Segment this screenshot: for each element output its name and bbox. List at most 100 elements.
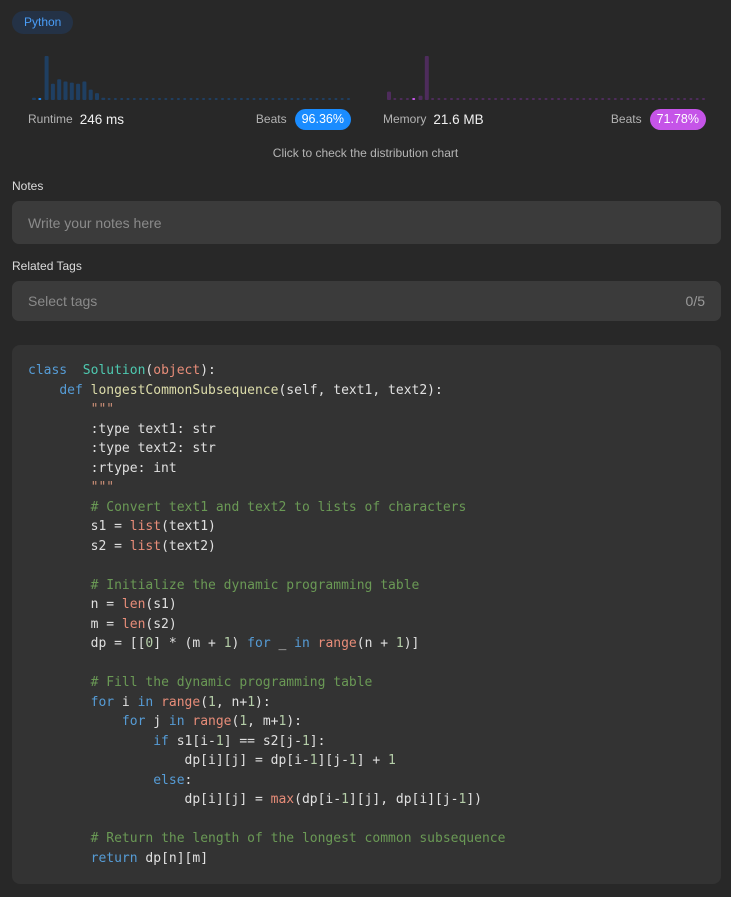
distribution-bar[interactable] xyxy=(120,98,124,100)
distribution-bar[interactable] xyxy=(284,98,287,100)
distribution-bar[interactable] xyxy=(563,98,567,100)
distribution-bar[interactable] xyxy=(50,83,55,100)
runtime-distribution-chart[interactable] xyxy=(28,50,351,102)
distribution-bar[interactable] xyxy=(582,98,586,100)
distribution-bar[interactable] xyxy=(525,98,529,100)
distribution-bar[interactable] xyxy=(494,98,498,100)
notes-field[interactable] xyxy=(12,201,721,244)
distribution-bar[interactable] xyxy=(265,98,269,100)
distribution-bar[interactable] xyxy=(76,83,81,100)
distribution-bar[interactable] xyxy=(69,82,74,100)
distribution-bar[interactable] xyxy=(139,98,143,100)
distribution-bar[interactable] xyxy=(340,98,344,100)
language-badge[interactable]: Python xyxy=(12,11,74,34)
distribution-bar[interactable] xyxy=(462,98,466,100)
distribution-bar[interactable] xyxy=(670,98,674,100)
distribution-bar[interactable] xyxy=(468,98,472,100)
distribution-bar[interactable] xyxy=(513,98,516,100)
distribution-bar[interactable] xyxy=(347,98,350,100)
distribution-bar[interactable] xyxy=(412,98,416,100)
distribution-bar[interactable] xyxy=(208,98,212,100)
distribution-bar[interactable] xyxy=(689,98,693,100)
distribution-bar[interactable] xyxy=(290,98,294,100)
distribution-bar[interactable] xyxy=(443,98,447,100)
distribution-bar[interactable] xyxy=(594,98,598,100)
distribution-bar[interactable] xyxy=(82,81,87,101)
distribution-bar[interactable] xyxy=(132,98,136,100)
distribution-bar[interactable] xyxy=(651,98,655,100)
distribution-bar[interactable] xyxy=(645,98,649,100)
distribution-bar[interactable] xyxy=(620,98,624,100)
distribution-bar[interactable] xyxy=(113,98,117,100)
distribution-bar[interactable] xyxy=(328,98,332,100)
distribution-chart-link[interactable]: Click to check the distribution chart xyxy=(0,146,731,160)
distribution-bar[interactable] xyxy=(309,98,313,100)
distribution-bar[interactable] xyxy=(676,98,680,100)
distribution-bar[interactable] xyxy=(399,98,403,100)
memory-distribution-chart[interactable] xyxy=(383,50,706,102)
distribution-bar[interactable] xyxy=(302,98,306,100)
memory-panel[interactable]: Memory 21.6 MB Beats 71.78% xyxy=(383,50,706,132)
distribution-bar[interactable] xyxy=(239,98,243,100)
distribution-bar[interactable] xyxy=(189,98,193,100)
distribution-bar[interactable] xyxy=(601,98,605,100)
distribution-bar[interactable] xyxy=(44,56,49,100)
distribution-bar[interactable] xyxy=(258,98,262,100)
distribution-bar[interactable] xyxy=(296,98,300,100)
distribution-bar[interactable] xyxy=(88,89,93,100)
distribution-bar[interactable] xyxy=(500,98,504,100)
distribution-bar[interactable] xyxy=(38,98,42,100)
distribution-bar[interactable] xyxy=(334,98,338,100)
distribution-bar[interactable] xyxy=(176,98,180,100)
distribution-bar[interactable] xyxy=(531,98,535,100)
distribution-bar[interactable] xyxy=(456,98,460,100)
distribution-bar[interactable] xyxy=(487,98,491,100)
distribution-bar[interactable] xyxy=(557,98,561,100)
distribution-bar[interactable] xyxy=(437,98,441,100)
notes-input[interactable] xyxy=(28,214,705,231)
distribution-bar[interactable] xyxy=(151,98,155,100)
distribution-bar[interactable] xyxy=(277,98,281,100)
distribution-bar[interactable] xyxy=(632,98,636,100)
code-block[interactable]: class Solution(object): def longestCommo… xyxy=(12,345,721,884)
distribution-bar[interactable] xyxy=(214,98,218,100)
distribution-bar[interactable] xyxy=(271,98,275,100)
distribution-bar[interactable] xyxy=(702,98,705,100)
distribution-bar[interactable] xyxy=(664,98,668,100)
distribution-bar[interactable] xyxy=(233,98,237,100)
distribution-bar[interactable] xyxy=(63,81,68,101)
distribution-bar[interactable] xyxy=(246,98,250,100)
distribution-bar[interactable] xyxy=(164,98,168,100)
distribution-bar[interactable] xyxy=(393,98,397,100)
distribution-bar[interactable] xyxy=(607,98,611,100)
distribution-bar[interactable] xyxy=(202,98,206,100)
distribution-bar[interactable] xyxy=(252,98,256,100)
distribution-bar[interactable] xyxy=(321,98,325,100)
distribution-bar[interactable] xyxy=(32,97,36,100)
distribution-bar[interactable] xyxy=(544,98,548,100)
distribution-bar[interactable] xyxy=(158,98,161,100)
distribution-bar[interactable] xyxy=(424,56,429,100)
distribution-bar[interactable] xyxy=(221,98,224,100)
tags-select[interactable]: Select tags 0/5 xyxy=(12,281,721,321)
distribution-bar[interactable] xyxy=(481,98,485,100)
distribution-bar[interactable] xyxy=(431,98,435,100)
distribution-bar[interactable] xyxy=(576,98,579,100)
distribution-bar[interactable] xyxy=(569,98,573,100)
distribution-bar[interactable] xyxy=(170,98,174,100)
distribution-bar[interactable] xyxy=(475,98,479,100)
distribution-bar[interactable] xyxy=(195,98,199,100)
distribution-bar[interactable] xyxy=(588,98,592,100)
distribution-bar[interactable] xyxy=(405,98,409,100)
distribution-bar[interactable] xyxy=(538,98,542,100)
runtime-panel[interactable]: Runtime 246 ms Beats 96.36% xyxy=(28,50,351,132)
distribution-bar[interactable] xyxy=(145,98,149,100)
distribution-bar[interactable] xyxy=(183,98,187,100)
distribution-bar[interactable] xyxy=(101,97,106,100)
distribution-bar[interactable] xyxy=(683,98,687,100)
distribution-bar[interactable] xyxy=(95,93,99,100)
distribution-bar[interactable] xyxy=(506,98,510,100)
distribution-bar[interactable] xyxy=(550,98,554,100)
distribution-bar[interactable] xyxy=(126,98,130,100)
distribution-bar[interactable] xyxy=(626,98,630,100)
